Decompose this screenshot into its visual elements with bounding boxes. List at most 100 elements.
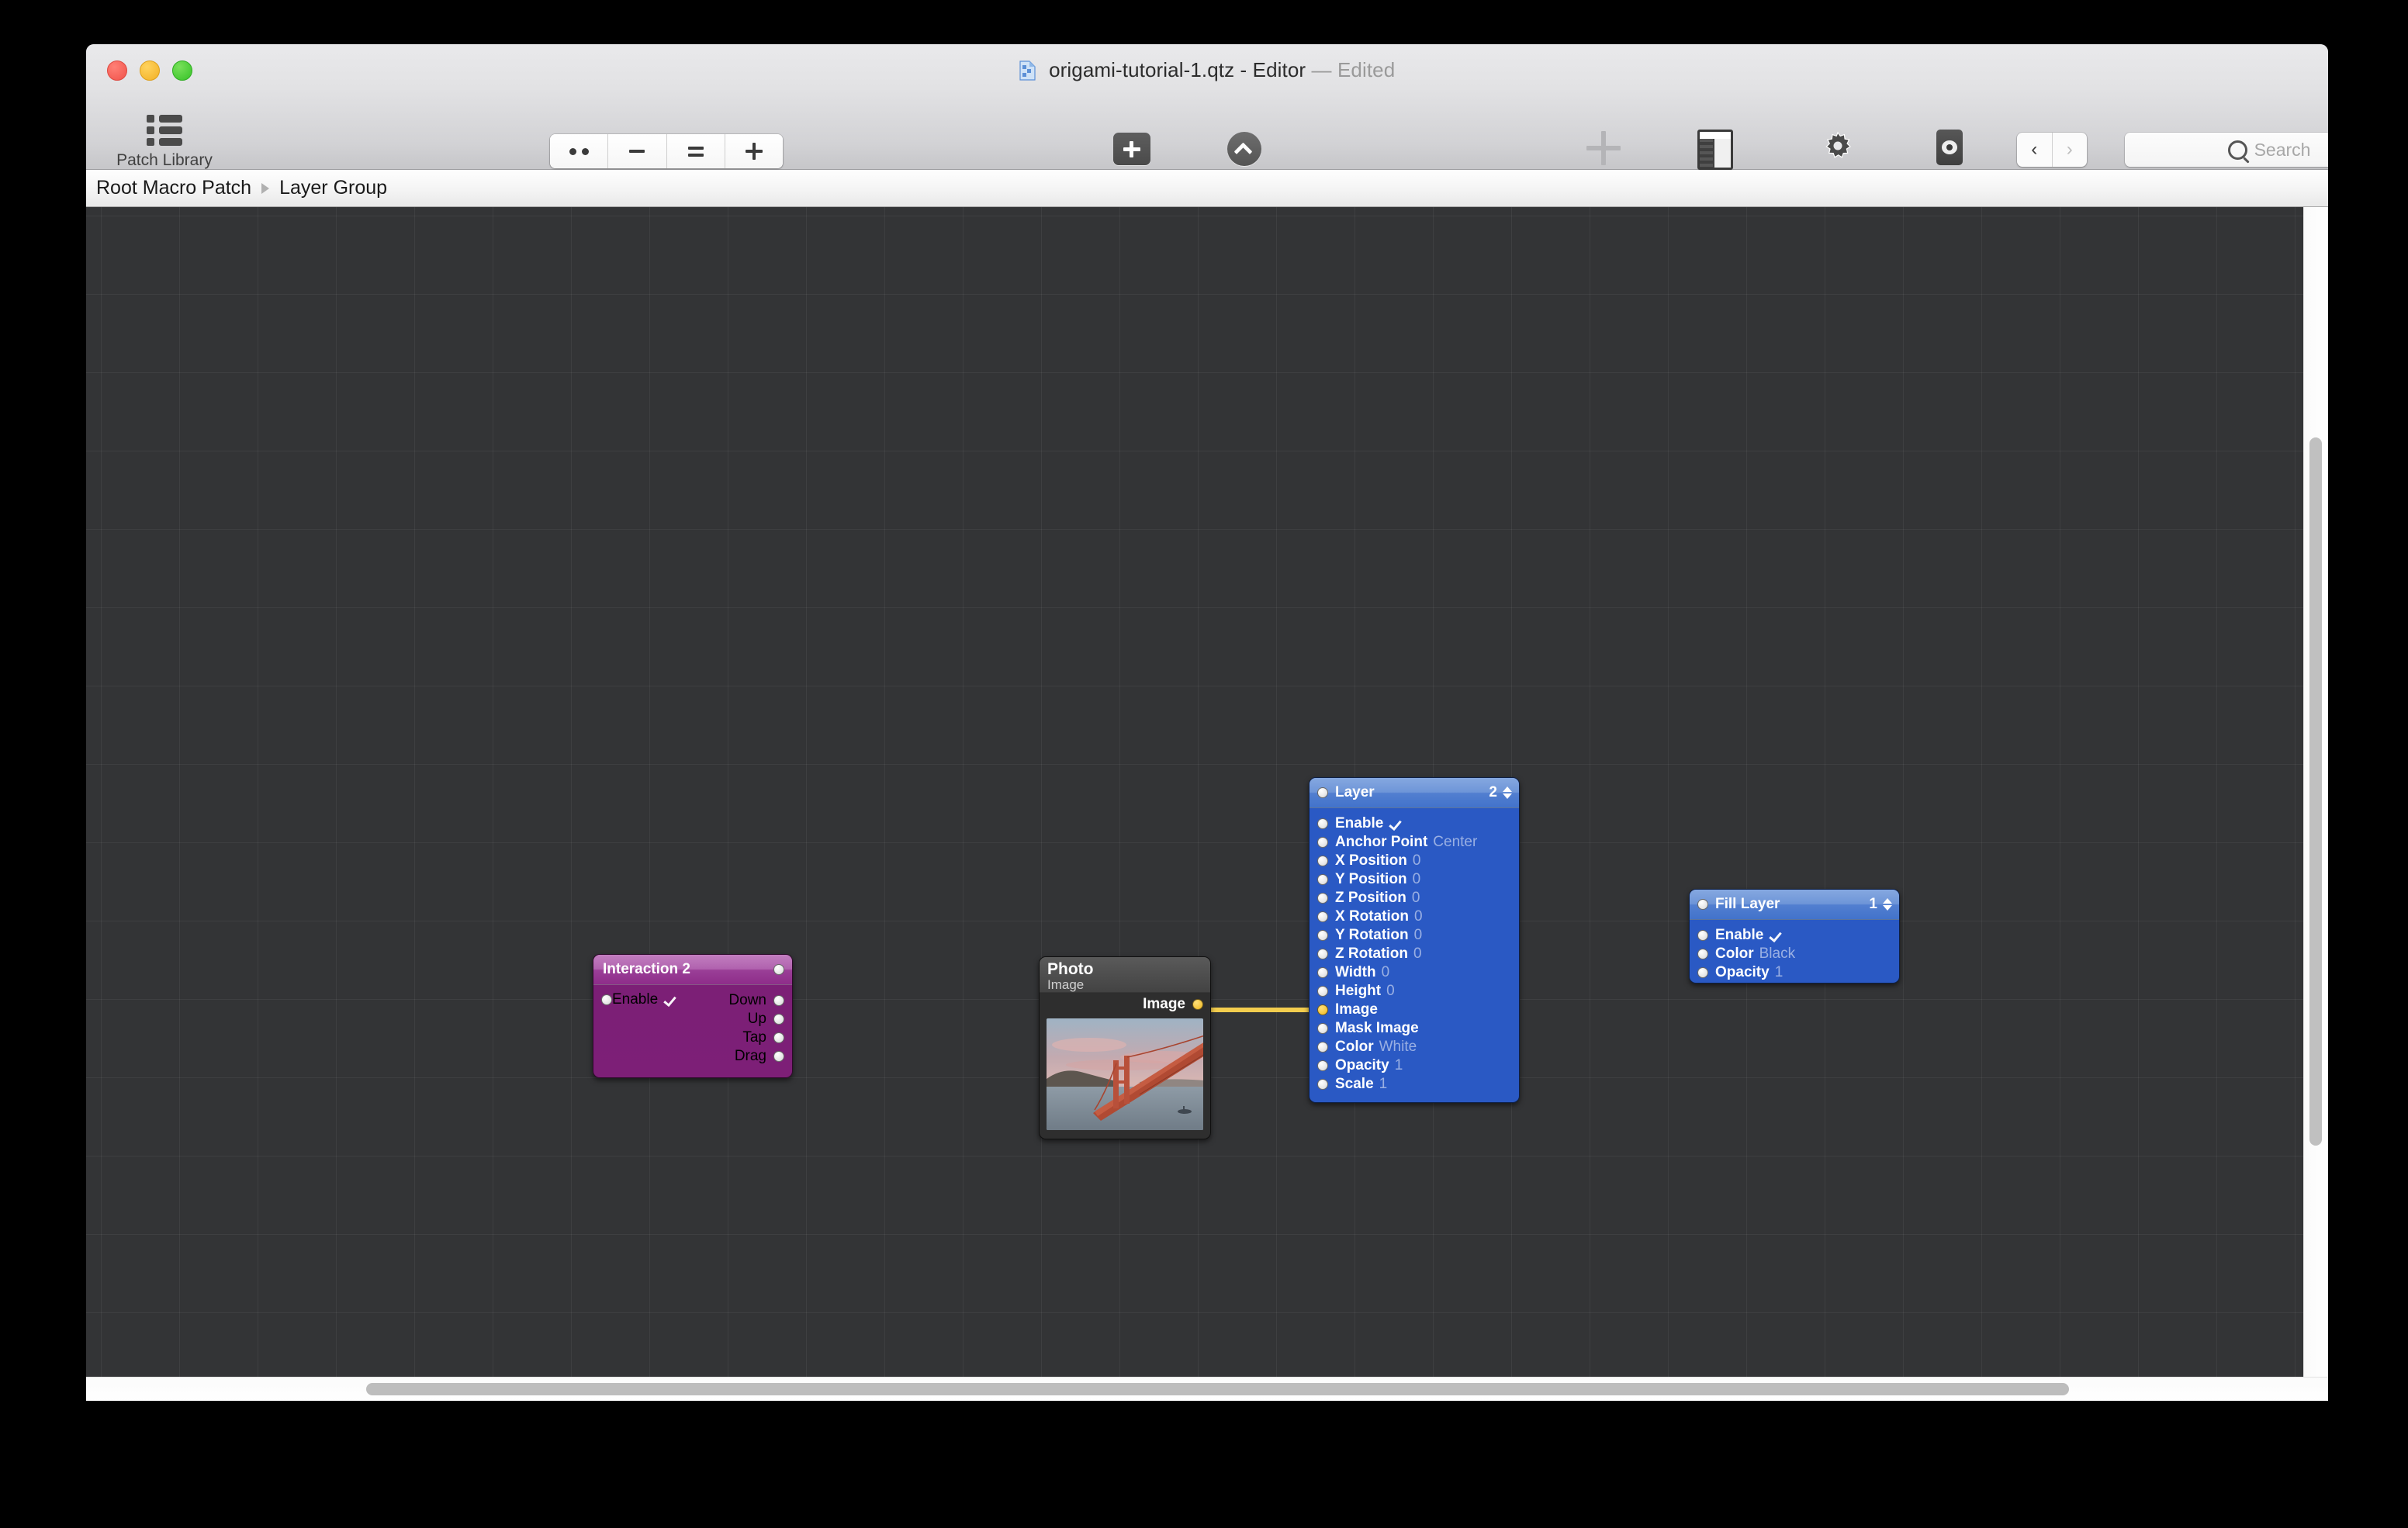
port-label: Width bbox=[1335, 964, 1376, 980]
input-port-enable[interactable]: Enable bbox=[1317, 814, 1519, 833]
port-dot[interactable] bbox=[1697, 949, 1708, 959]
zoom-actual-button[interactable] bbox=[666, 134, 725, 168]
patch-library-button[interactable]: Patch Library bbox=[107, 114, 222, 170]
port-dot[interactable] bbox=[1317, 911, 1328, 922]
port-value[interactable]: 0 bbox=[1414, 927, 1423, 944]
output-port-drag[interactable]: Drag bbox=[728, 1047, 784, 1066]
patch-node-header[interactable]: Fill Layer 1 bbox=[1690, 890, 1899, 920]
input-port-opacity[interactable]: Opacity 1 bbox=[1697, 963, 1899, 982]
input-port-x-rotation[interactable]: X Rotation 0 bbox=[1317, 907, 1519, 926]
port-value[interactable]: 0 bbox=[1413, 871, 1421, 888]
toolbar: origami-tutorial-1.qtz - Editor — Edited… bbox=[86, 44, 2328, 193]
port-dot[interactable] bbox=[1317, 893, 1328, 904]
port-dot[interactable] bbox=[601, 994, 612, 1005]
input-port-z-position[interactable]: Z Position 0 bbox=[1317, 889, 1519, 907]
input-port-image[interactable]: Image bbox=[1317, 1001, 1519, 1019]
input-port-enable[interactable]: Enable bbox=[1697, 926, 1899, 945]
input-port-x-position[interactable]: X Position 0 bbox=[1317, 852, 1519, 870]
input-port-height[interactable]: Height 0 bbox=[1317, 982, 1519, 1001]
layer-index-stepper[interactable]: 2 bbox=[1489, 784, 1512, 801]
checkmark-icon[interactable] bbox=[1389, 818, 1401, 830]
breadcrumb-item-root[interactable]: Root Macro Patch bbox=[96, 177, 251, 199]
port-dot[interactable] bbox=[1317, 930, 1328, 941]
patch-node-layer[interactable]: Layer 2 Enable Anchor Point Center X Pos… bbox=[1309, 777, 1520, 1103]
equals-icon bbox=[687, 146, 704, 157]
output-port-down[interactable]: Down bbox=[728, 991, 784, 1010]
input-port-y-position[interactable]: Y Position 0 bbox=[1317, 870, 1519, 889]
port-dot[interactable] bbox=[1317, 856, 1328, 866]
port-dot[interactable] bbox=[1317, 986, 1328, 997]
port-value[interactable]: 0 bbox=[1412, 890, 1420, 907]
port-value[interactable]: Center bbox=[1433, 834, 1477, 851]
output-port-image[interactable]: Image bbox=[1040, 993, 1210, 1016]
port-dot[interactable] bbox=[773, 1014, 784, 1025]
input-port-color[interactable]: Color White bbox=[1317, 1038, 1519, 1056]
horizontal-scrollbar-thumb[interactable] bbox=[366, 1383, 2069, 1395]
checkmark-icon[interactable] bbox=[664, 994, 676, 1006]
port-dot[interactable] bbox=[1317, 874, 1328, 885]
patch-node-header[interactable]: Interaction 2 bbox=[593, 955, 792, 985]
eye-icon bbox=[1936, 130, 1963, 165]
patch-node-header[interactable]: Layer 2 bbox=[1310, 778, 1519, 808]
output-port-tap[interactable]: Tap bbox=[728, 1028, 784, 1047]
port-dot[interactable] bbox=[1317, 787, 1328, 798]
input-port-scale[interactable]: Scale 1 bbox=[1317, 1075, 1519, 1094]
input-port-enable[interactable]: Enable bbox=[601, 991, 676, 1008]
stepper-arrows-icon[interactable] bbox=[1883, 898, 1892, 911]
input-port-y-rotation[interactable]: Y Rotation 0 bbox=[1317, 926, 1519, 945]
port-value[interactable]: 1 bbox=[1379, 1076, 1388, 1093]
input-port-mask-image[interactable]: Mask Image bbox=[1317, 1019, 1519, 1038]
zoom-out-button[interactable] bbox=[608, 134, 667, 168]
port-dot[interactable] bbox=[1317, 949, 1328, 959]
breadcrumb-item-layer-group[interactable]: Layer Group bbox=[279, 177, 387, 199]
search-input[interactable]: Search bbox=[2125, 133, 2328, 167]
port-dot[interactable] bbox=[1317, 837, 1328, 848]
port-label: Y Rotation bbox=[1335, 927, 1409, 943]
patch-node-interaction-2[interactable]: Interaction 2 Enable Down Up Tap Drag bbox=[593, 954, 793, 1078]
port-value[interactable]: Black bbox=[1759, 945, 1795, 963]
output-port-dot[interactable] bbox=[773, 964, 784, 975]
port-dot[interactable] bbox=[1317, 1060, 1328, 1071]
port-dot[interactable] bbox=[1192, 999, 1203, 1010]
port-dot[interactable] bbox=[1697, 967, 1708, 978]
input-port-color[interactable]: Color Black bbox=[1697, 945, 1899, 963]
port-value[interactable]: 0 bbox=[1413, 852, 1421, 869]
port-dot[interactable] bbox=[1697, 930, 1708, 941]
input-port-opacity[interactable]: Opacity 1 bbox=[1317, 1056, 1519, 1075]
patch-node-header[interactable]: Photo Image bbox=[1040, 957, 1210, 993]
port-value[interactable]: 1 bbox=[1775, 964, 1784, 981]
input-port-anchor-point[interactable]: Anchor Point Center bbox=[1317, 833, 1519, 852]
port-value[interactable]: 0 bbox=[1413, 945, 1422, 963]
port-value[interactable]: 0 bbox=[1382, 964, 1390, 981]
back-button[interactable]: ‹ bbox=[2017, 133, 2053, 167]
port-value[interactable]: 0 bbox=[1414, 908, 1423, 925]
port-value[interactable]: 1 bbox=[1395, 1057, 1403, 1074]
port-value[interactable]: 0 bbox=[1386, 983, 1395, 1000]
fill-layer-index-value: 1 bbox=[1869, 896, 1877, 912]
port-dot[interactable] bbox=[1317, 967, 1328, 978]
patch-canvas[interactable]: Interaction 2 Enable Down Up Tap Drag Ph… bbox=[86, 207, 2328, 1401]
patch-node-fill-layer[interactable]: Fill Layer 1 Enable Color Black Opacity … bbox=[1689, 889, 1900, 984]
port-dot[interactable] bbox=[1317, 1042, 1328, 1053]
zoom-in-button[interactable] bbox=[725, 134, 783, 168]
port-dot[interactable] bbox=[1317, 1079, 1328, 1090]
fill-layer-index-stepper[interactable]: 1 bbox=[1869, 896, 1892, 913]
port-value[interactable]: White bbox=[1379, 1039, 1417, 1056]
port-dot[interactable] bbox=[773, 1032, 784, 1043]
horizontal-scrollbar[interactable] bbox=[86, 1377, 2328, 1401]
port-dot[interactable] bbox=[1697, 899, 1708, 910]
output-port-up[interactable]: Up bbox=[728, 1010, 784, 1028]
port-dot[interactable] bbox=[1317, 818, 1328, 829]
port-dot[interactable] bbox=[773, 1051, 784, 1062]
zoom-fit-button[interactable] bbox=[550, 134, 609, 168]
vertical-scrollbar-thumb[interactable] bbox=[2309, 437, 2322, 1146]
port-dot[interactable] bbox=[773, 995, 784, 1006]
input-port-width[interactable]: Width 0 bbox=[1317, 963, 1519, 982]
port-dot[interactable] bbox=[1317, 1023, 1328, 1034]
vertical-scrollbar[interactable] bbox=[2303, 207, 2328, 1401]
checkmark-icon[interactable] bbox=[1770, 930, 1781, 942]
patch-node-photo[interactable]: Photo Image Image bbox=[1039, 956, 1211, 1139]
port-dot[interactable] bbox=[1317, 1004, 1328, 1015]
input-port-z-rotation[interactable]: Z Rotation 0 bbox=[1317, 945, 1519, 963]
stepper-arrows-icon[interactable] bbox=[1503, 786, 1512, 799]
